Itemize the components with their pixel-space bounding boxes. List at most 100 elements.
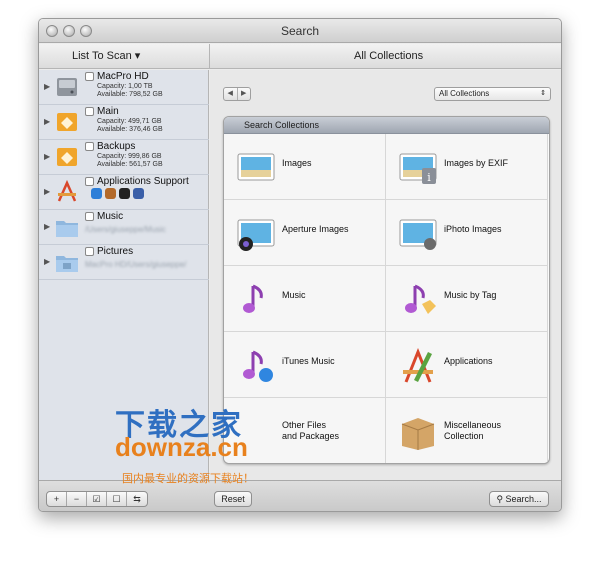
collection-select[interactable]: All Collections ⇕ xyxy=(434,87,551,101)
music-tag-icon xyxy=(405,284,436,314)
collection-applications[interactable]: Applications xyxy=(386,332,548,398)
collection-label: iTunes Music xyxy=(282,356,335,366)
title-bar: Search xyxy=(39,19,561,43)
bottom-toolbar: + − ☑ ☐ ⇆ Reset ⚲ Search... xyxy=(39,480,561,511)
itunes-music-icon xyxy=(243,350,273,382)
uncheck-all-button[interactable]: ☐ xyxy=(107,492,127,506)
photo-info-icon: i xyxy=(399,153,437,184)
external-drive-icon xyxy=(57,113,77,131)
music-note-icon xyxy=(243,284,263,313)
disclosure-triangle-icon[interactable]: ▶ xyxy=(44,82,50,91)
collections-pane: ◀ ▶ All Collections ⇕ Search Collections… xyxy=(210,70,561,480)
collection-label: Aperture Images xyxy=(282,224,349,234)
folder-name: Applications Support xyxy=(97,176,189,187)
sidebar-item-main[interactable]: ▶ Main Capacity: 499,71 GB Available: 37… xyxy=(39,105,209,140)
check-all-button[interactable]: ☑ xyxy=(87,492,107,506)
reset-button[interactable]: Reset xyxy=(214,491,252,507)
list-edit-buttons: + − ☑ ☐ ⇆ xyxy=(46,491,148,507)
iphoto-icon xyxy=(399,219,437,250)
volume-name: Main xyxy=(97,106,119,117)
checkbox[interactable] xyxy=(85,142,94,151)
folder-path: /Users/giuseppe/Music xyxy=(85,225,166,234)
collection-itunes-music[interactable]: iTunes Music xyxy=(224,332,386,398)
remove-button[interactable]: − xyxy=(67,492,87,506)
collection-images[interactable]: Images xyxy=(224,134,386,200)
divider xyxy=(209,44,210,68)
volume-available: Available: 561,57 GB xyxy=(97,161,163,168)
sidebar-item-backups[interactable]: ▶ Backups Capacity: 999,86 GB Available:… xyxy=(39,140,209,175)
volume-available: Available: 798,52 GB xyxy=(97,91,163,98)
volume-name: MacPro HD xyxy=(97,71,149,82)
volume-name: Backups xyxy=(97,141,136,152)
folder-icon xyxy=(56,256,78,272)
watermark-domain: downza.cn xyxy=(115,432,248,462)
collection-label: Applications xyxy=(444,356,493,366)
sidebar-item-macpro-hd[interactable]: ▶ MacPro HD Capacity: 1,00 TB Available:… xyxy=(39,70,209,105)
sidebar-item-music[interactable]: ▶ Music /Users/giuseppe/Music xyxy=(39,210,209,245)
folder-icon xyxy=(56,221,78,237)
collection-label: Other Files and Packages xyxy=(282,420,340,441)
disclosure-triangle-icon[interactable]: ▶ xyxy=(44,187,50,196)
collection-music[interactable]: Music xyxy=(224,266,386,332)
collection-music-by-tag[interactable]: Music by Tag xyxy=(386,266,548,332)
checkbox[interactable] xyxy=(85,107,94,116)
sidebar-item-pictures[interactable]: ▶ Pictures MacPro HD/Users/giuseppe/ xyxy=(39,245,209,280)
search-icon: ⚲ xyxy=(496,494,506,504)
collection-iphoto-images[interactable]: iPhoto Images xyxy=(386,200,548,266)
volume-capacity: Capacity: 1,00 TB xyxy=(97,83,153,90)
nav-buttons: ◀ ▶ xyxy=(223,87,251,101)
app-icon xyxy=(105,188,116,199)
folder-name: Music xyxy=(97,211,124,222)
checkbox[interactable] xyxy=(85,72,94,81)
aperture-photo-icon xyxy=(237,219,275,251)
watermark-tagline: 国内最专业的资源下载站！ xyxy=(122,473,254,485)
folder-path: MacPro HD/Users/giuseppe/ xyxy=(85,260,187,269)
chevron-updown-icon: ⇕ xyxy=(540,90,546,97)
folder-name: Pictures xyxy=(97,246,134,257)
search-button[interactable]: ⚲ Search... xyxy=(489,491,549,507)
checkbox[interactable] xyxy=(85,247,94,256)
collection-label: iPhoto Images xyxy=(444,224,502,234)
options-button[interactable]: ⇆ xyxy=(127,492,147,506)
panel-title: Search Collections xyxy=(224,117,549,134)
collection-label: Music xyxy=(282,290,306,300)
app-icon xyxy=(133,188,144,199)
collection-images-by-exif[interactable]: i Images by EXIF xyxy=(386,134,548,200)
volume-capacity: Capacity: 999,86 GB xyxy=(97,153,162,160)
photo-icon xyxy=(237,153,275,181)
collection-select-value: All Collections xyxy=(439,89,490,98)
collections-title: All Collections xyxy=(354,50,424,62)
back-button[interactable]: ◀ xyxy=(224,88,238,100)
applications-icon xyxy=(57,179,77,202)
sidebar-item-applications-support[interactable]: ▶ Applications Support xyxy=(39,175,209,210)
app-icons-row xyxy=(91,188,147,200)
collection-label: Miscellaneous Collection xyxy=(444,420,502,441)
header-row: List To Scan ▾ All Collections xyxy=(39,44,561,69)
search-collections-panel: Search Collections Images i Images by EX… xyxy=(223,116,550,464)
add-button[interactable]: + xyxy=(47,492,67,506)
collection-label: Images xyxy=(282,158,312,168)
forward-button[interactable]: ▶ xyxy=(238,88,251,100)
window-title: Search xyxy=(280,24,320,38)
itunes-icon xyxy=(91,188,102,199)
list-to-scan-menu[interactable]: List To Scan ▾ xyxy=(72,49,140,62)
collection-other-files[interactable]: Other Files and Packages xyxy=(224,398,386,463)
applications-icon xyxy=(403,348,433,383)
svg-text:i: i xyxy=(427,171,431,184)
external-drive-icon xyxy=(57,148,77,166)
disclosure-triangle-icon[interactable]: ▶ xyxy=(44,222,50,231)
disclosure-triangle-icon[interactable]: ▶ xyxy=(44,117,50,126)
collection-label: Music by Tag xyxy=(444,290,497,300)
box-icon xyxy=(401,418,435,450)
collection-aperture-images[interactable]: Aperture Images xyxy=(224,200,386,266)
app-icon xyxy=(119,188,130,199)
search-button-label: Search... xyxy=(505,494,542,504)
checkbox[interactable] xyxy=(85,212,94,221)
hard-drive-icon xyxy=(57,78,77,96)
disclosure-triangle-icon[interactable]: ▶ xyxy=(44,257,50,266)
disclosure-triangle-icon[interactable]: ▶ xyxy=(44,152,50,161)
checkbox[interactable] xyxy=(85,177,94,186)
volume-available: Available: 376,46 GB xyxy=(97,126,163,133)
collection-label: Images by EXIF xyxy=(444,158,509,168)
collection-miscellaneous[interactable]: Miscellaneous Collection xyxy=(386,398,548,463)
